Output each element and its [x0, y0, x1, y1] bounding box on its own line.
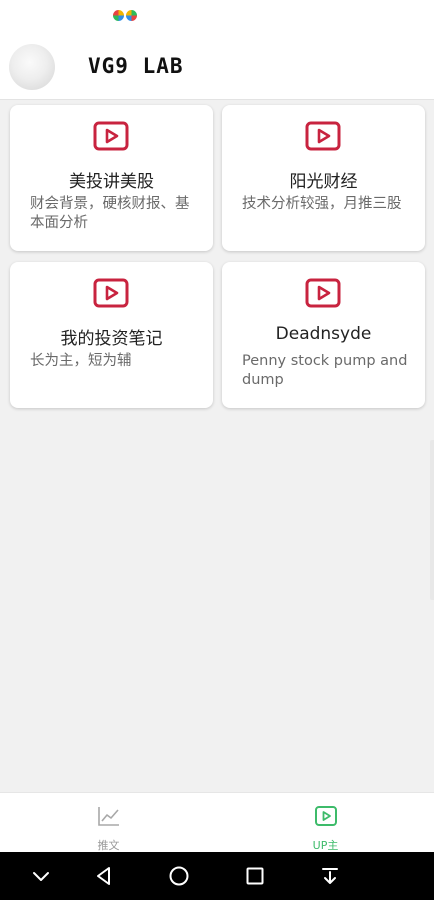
card-title: 美投讲美股	[69, 172, 154, 192]
play-icon	[93, 121, 129, 151]
app-icon	[113, 10, 124, 21]
notification-pull-icon[interactable]	[318, 864, 342, 888]
play-icon	[315, 806, 337, 826]
tab-posts[interactable]: 推文	[0, 793, 217, 853]
system-nav-bar	[0, 852, 434, 900]
tab-label: 推文	[97, 839, 120, 852]
bottom-tab-bar: 推文 UP主	[0, 792, 434, 852]
status-bar	[0, 0, 434, 34]
app-header: VG9 LAB	[0, 34, 434, 100]
status-app-icons	[113, 10, 137, 21]
channel-card[interactable]: 阳光财经 技术分析较强，月推三股	[222, 105, 425, 251]
back-icon[interactable]	[92, 864, 116, 888]
play-icon	[93, 278, 129, 308]
play-icon	[305, 121, 341, 151]
collapse-icon[interactable]	[29, 864, 53, 888]
card-description: Penny stock pump and dump	[242, 353, 408, 388]
channel-card[interactable]: 美投讲美股 财会背景，硬核财报、基本面分析	[10, 105, 213, 251]
chart-line-icon	[98, 807, 119, 826]
avatar[interactable]	[9, 44, 55, 90]
tab-label: UP主	[312, 839, 339, 852]
content-area: 美投讲美股 财会背景，硬核财报、基本面分析 阳光财经 技术分析较强，月推三股 我…	[0, 100, 434, 792]
recents-icon[interactable]	[243, 864, 267, 888]
card-title: 我的投资笔记	[60, 329, 163, 349]
card-description: 长为主，短为辅	[30, 353, 132, 369]
card-title: Deadnsyde	[275, 324, 372, 344]
play-icon	[305, 278, 341, 308]
card-description: 技术分析较强，月推三股	[242, 196, 402, 212]
card-description: 财会背景，硬核财报、基本面分析	[30, 196, 190, 231]
card-title: 阳光财经	[289, 172, 358, 192]
channel-card[interactable]: Deadnsyde Penny stock pump and dump	[222, 262, 425, 408]
scroll-edge	[430, 440, 434, 600]
channel-card[interactable]: 我的投资笔记 长为主，短为辅	[10, 262, 213, 408]
app-icon	[126, 10, 137, 21]
app-title: VG9 LAB	[88, 54, 184, 78]
tab-uploaders[interactable]: UP主	[217, 793, 434, 853]
home-icon[interactable]	[167, 864, 191, 888]
